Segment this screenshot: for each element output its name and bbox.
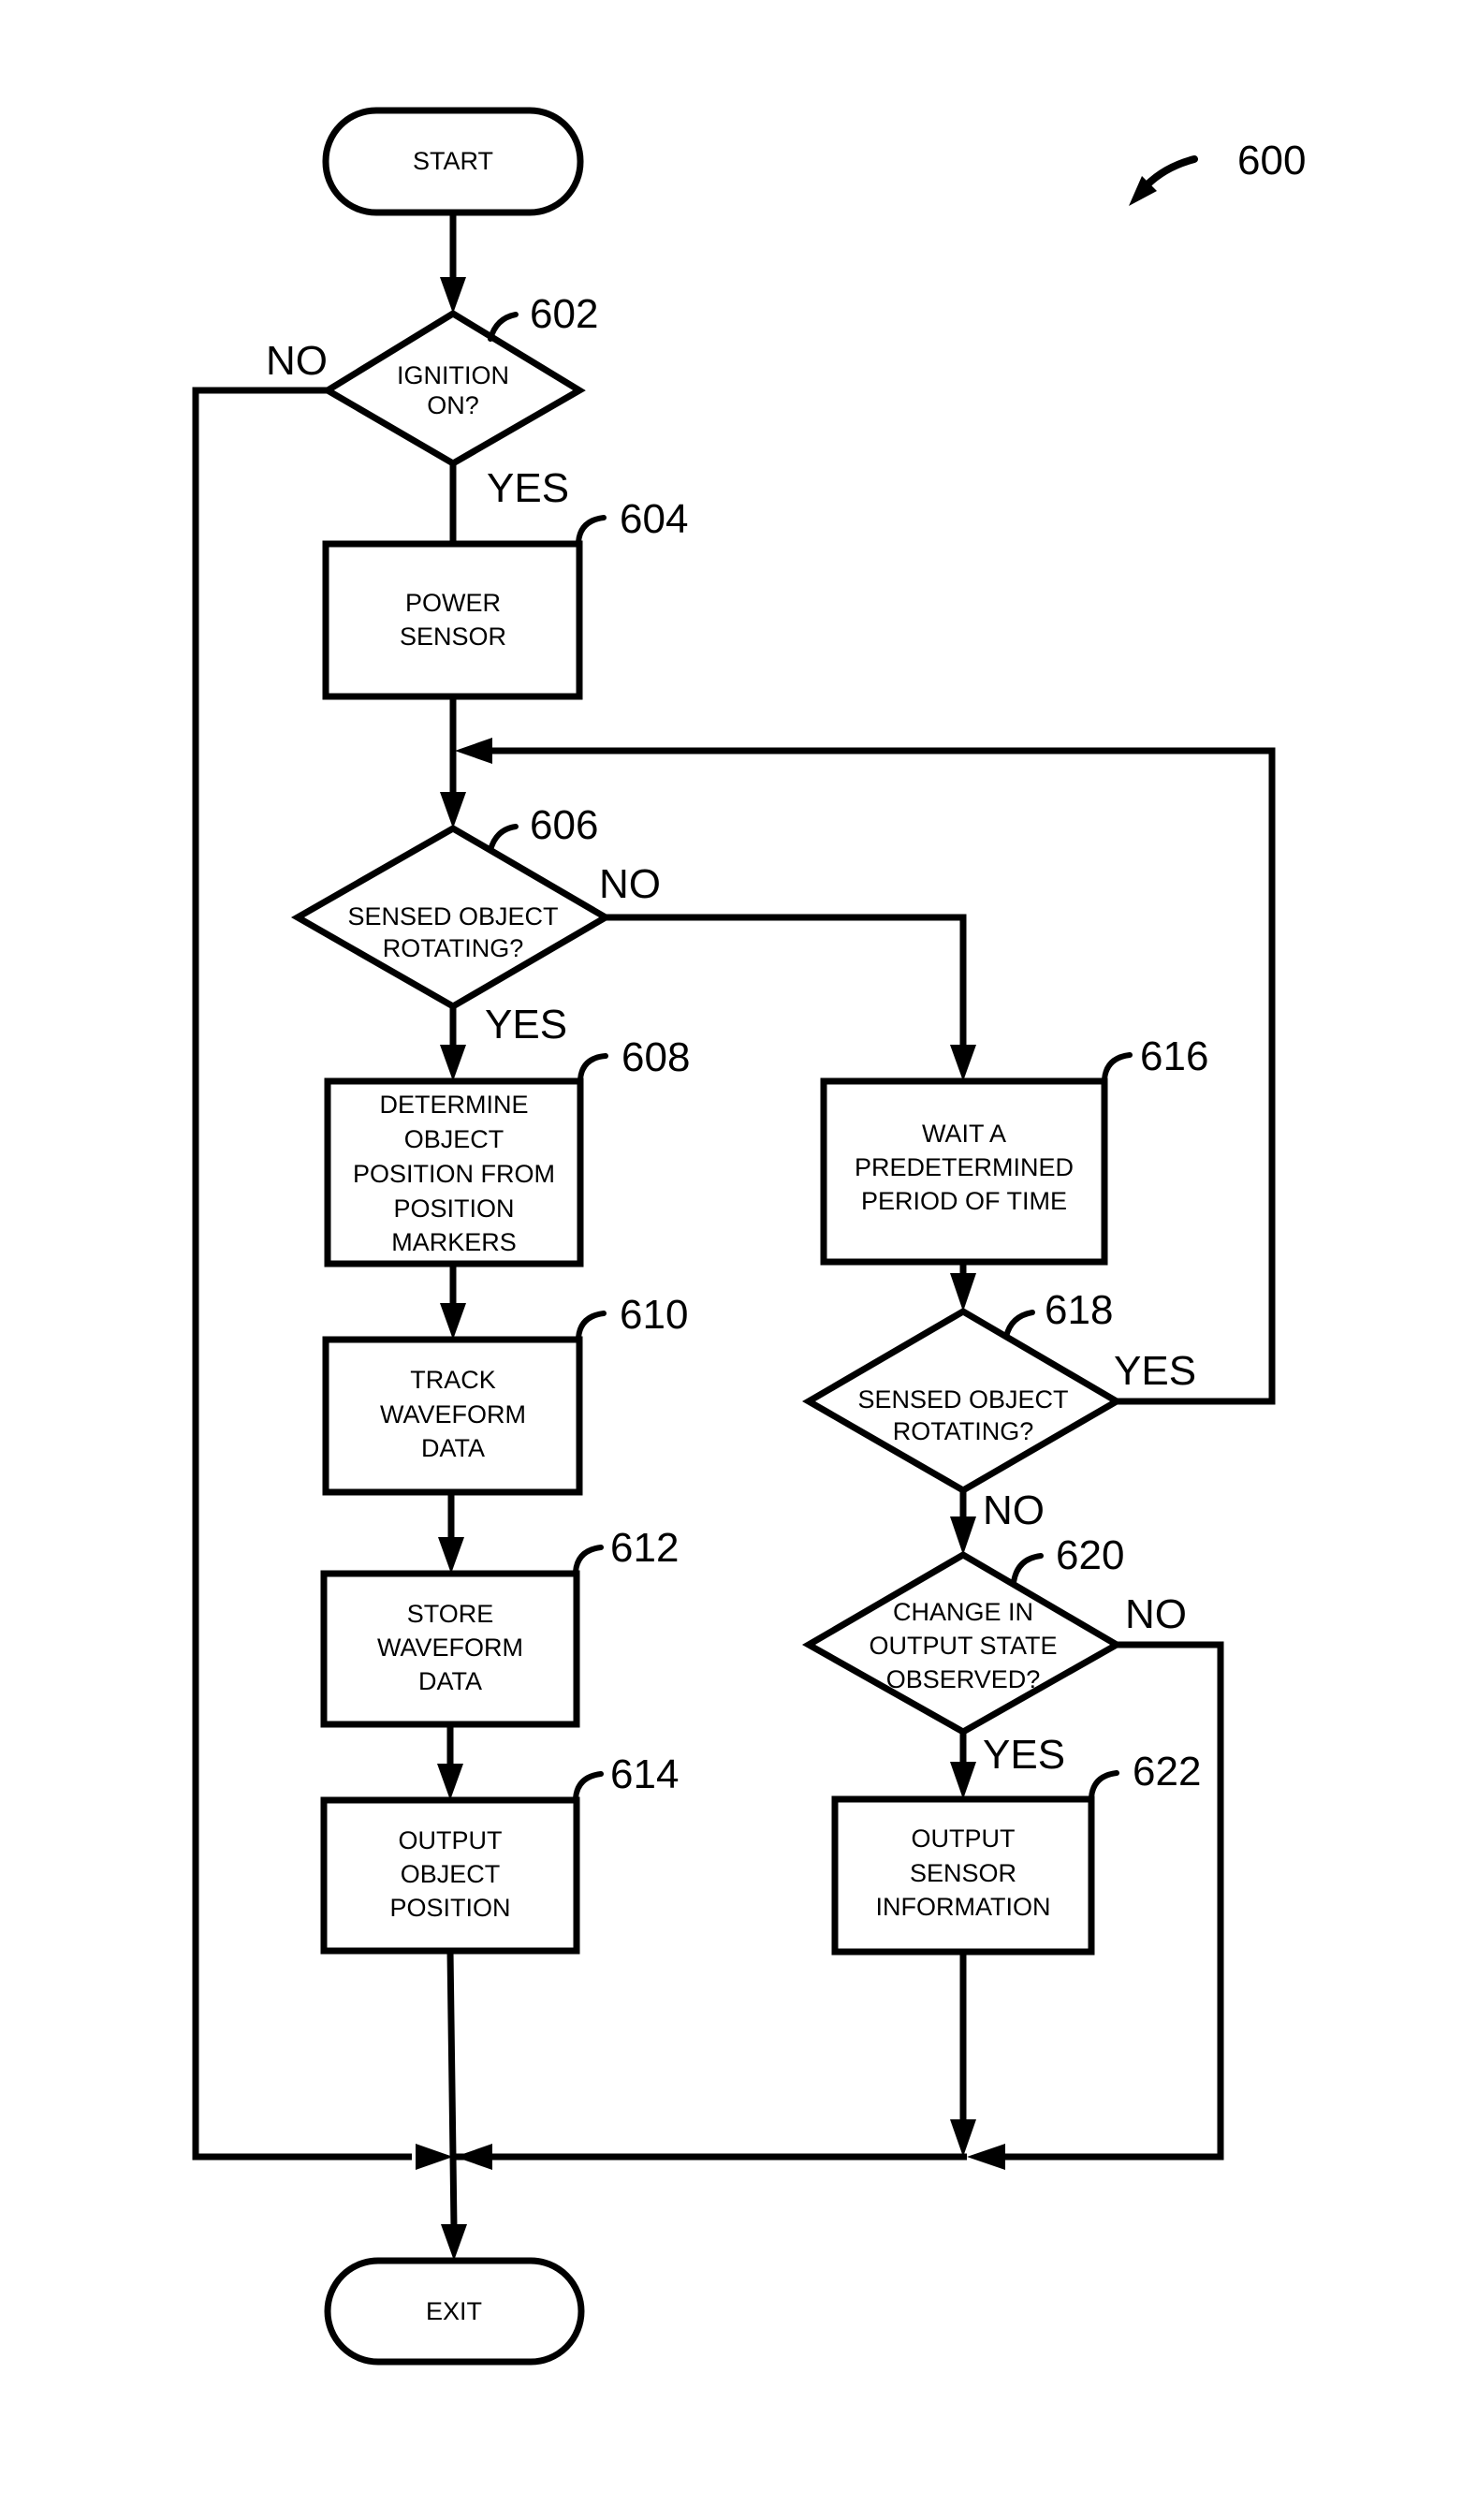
- process-614-line-1: OUTPUT: [399, 1826, 503, 1854]
- branch-618-no-label: NO: [983, 1487, 1045, 1533]
- start-label: START: [413, 147, 493, 175]
- ref-614-label: 614: [610, 1751, 679, 1797]
- figure-reference-label: 600: [1237, 138, 1306, 183]
- decision-620-line-3: OBSERVED?: [886, 1665, 1041, 1693]
- ref-610-label: 610: [620, 1292, 688, 1338]
- branch-606-no-label: NO: [599, 861, 661, 907]
- arrowhead-616-to-618: [950, 1273, 976, 1311]
- process-612-line-3: DATA: [418, 1667, 482, 1695]
- process-610-line-2: WAVEFORM: [380, 1400, 526, 1428]
- ref-610-leader: [576, 1311, 607, 1341]
- branch-602-no-label: NO: [266, 338, 328, 384]
- node-606-sensed-object-rotating[interactable]: SENSED OBJECT ROTATING?: [290, 824, 612, 1011]
- decision-602-line-2: ON?: [427, 391, 479, 419]
- branch-620-no-label: NO: [1125, 1591, 1187, 1637]
- process-614-line-2: OBJECT: [401, 1860, 501, 1888]
- process-604-line-2: SENSOR: [400, 623, 506, 651]
- ref-618-label: 618: [1045, 1287, 1113, 1333]
- process-612-line-2: WAVEFORM: [377, 1634, 523, 1662]
- process-622-line-2: SENSOR: [910, 1859, 1016, 1887]
- process-610-line-3: DATA: [421, 1434, 485, 1462]
- process-608-line-2: OBJECT: [404, 1125, 504, 1153]
- ref-622-leader: [1089, 1770, 1119, 1800]
- process-610-line-1: TRACK: [410, 1366, 496, 1394]
- ref-602-label: 602: [530, 291, 598, 337]
- node-618-sensed-object-rotating[interactable]: SENSED OBJECT ROTATING?: [802, 1307, 1123, 1495]
- node-616-wait-predetermined-period[interactable]: WAIT A PREDETERMINED PERIOD OF TIME: [820, 1077, 1108, 1266]
- node-604-power-sensor[interactable]: POWER SENSOR: [322, 540, 583, 700]
- arrowhead-622-merge: [950, 2119, 976, 2157]
- node-612-store-waveform-data[interactable]: STORE WAVEFORM DATA: [320, 1570, 580, 1728]
- process-614-line-3: POSITION: [389, 1894, 510, 1922]
- arrowhead-604-to-606: [440, 792, 466, 828]
- arrowhead-right-to-left-merge: [455, 2144, 492, 2170]
- exit-label: EXIT: [426, 2297, 482, 2325]
- branch-606-yes-label: YES: [485, 1002, 567, 1048]
- edge-614-to-exit: [446, 1950, 458, 2229]
- arrowhead-606-yes-to-608: [440, 1045, 466, 1081]
- decision-618-line-2: ROTATING?: [893, 1417, 1034, 1445]
- branch-602-yes-label: YES: [487, 465, 569, 511]
- decision-620-line-1: CHANGE IN: [893, 1598, 1033, 1626]
- process-616-line-2: PREDETERMINED: [855, 1153, 1074, 1181]
- process-604-line-1: POWER: [405, 589, 501, 617]
- ref-604-label: 604: [620, 496, 688, 542]
- node-610-track-waveform-data[interactable]: TRACK WAVEFORM DATA: [322, 1336, 583, 1496]
- process-608-line-5: MARKERS: [391, 1228, 517, 1256]
- arrowhead-612-to-614: [437, 1764, 463, 1800]
- ref-616-label: 616: [1140, 1033, 1208, 1079]
- arrowhead-602-no-merge: [416, 2144, 453, 2170]
- ref-616-leader: [1102, 1052, 1133, 1082]
- arrowhead-608-to-610: [440, 1303, 466, 1340]
- arrowhead-618-no-to-620: [950, 1516, 976, 1555]
- ref-618-leader: [1003, 1310, 1035, 1340]
- branch-618-yes-label: YES: [1114, 1348, 1196, 1394]
- ref-622-label: 622: [1133, 1749, 1201, 1795]
- arrowhead-620-yes-to-622: [950, 1762, 976, 1799]
- node-614-output-object-position[interactable]: OUTPUT OBJECT POSITION: [320, 1796, 580, 1955]
- edge-606-no-to-616: [606, 914, 967, 1048]
- node-exit[interactable]: EXIT: [324, 2257, 585, 2366]
- flowchart-600: 600 START IGNITION ON? 602 NO YES POWER …: [192, 107, 1306, 2366]
- ref-614-leader: [573, 1771, 604, 1801]
- arrowhead-610-to-612: [438, 1537, 464, 1574]
- process-604-shape: [322, 540, 583, 700]
- ref-608-label: 608: [621, 1034, 690, 1080]
- ref-608-leader: [577, 1053, 608, 1082]
- arrowhead-start-to-602: [440, 277, 466, 314]
- node-start[interactable]: START: [322, 107, 584, 216]
- decision-602-line-1: IGNITION: [397, 361, 509, 389]
- decision-606-line-1: SENSED OBJECT: [347, 902, 558, 930]
- decision-618-line-1: SENSED OBJECT: [857, 1385, 1068, 1414]
- decision-620-line-2: OUTPUT STATE: [869, 1632, 1057, 1660]
- process-608-line-1: DETERMINE: [379, 1091, 528, 1119]
- branch-620-yes-label: YES: [983, 1732, 1065, 1778]
- node-608-determine-object-position[interactable]: DETERMINE OBJECT POSITION FROM POSITION …: [324, 1077, 584, 1267]
- ref-612-label: 612: [610, 1525, 679, 1571]
- process-616-line-3: PERIOD OF TIME: [861, 1187, 1067, 1215]
- decision-606-line-2: ROTATING?: [383, 934, 524, 962]
- ref-620-label: 620: [1056, 1532, 1124, 1578]
- ref-602-leader: [488, 312, 519, 342]
- arrowhead-loop-junction: [455, 738, 492, 764]
- process-608-line-4: POSITION: [393, 1194, 514, 1223]
- process-608-line-3: POSITION FROM: [353, 1160, 555, 1188]
- process-616-line-1: WAIT A: [922, 1120, 1006, 1148]
- arrowhead-606-no-to-616: [950, 1045, 976, 1081]
- ref-604-leader: [576, 515, 607, 545]
- ref-612-leader: [573, 1545, 604, 1575]
- arrowhead-620-no-merge: [967, 2144, 1005, 2170]
- process-622-line-3: INFORMATION: [876, 1893, 1051, 1921]
- figure-reference-arrow-shaft: [1143, 155, 1198, 189]
- ref-606-label: 606: [530, 802, 598, 848]
- process-612-line-1: STORE: [407, 1600, 494, 1628]
- process-622-line-1: OUTPUT: [912, 1824, 1016, 1853]
- node-622-output-sensor-information[interactable]: OUTPUT SENSOR INFORMATION: [831, 1795, 1095, 1956]
- node-620-change-in-output-state[interactable]: CHANGE IN OUTPUT STATE OBSERVED?: [801, 1550, 1124, 1736]
- ref-620-leader: [1011, 1553, 1044, 1585]
- ref-606-leader: [488, 824, 519, 853]
- arrowhead-to-exit: [441, 2224, 467, 2261]
